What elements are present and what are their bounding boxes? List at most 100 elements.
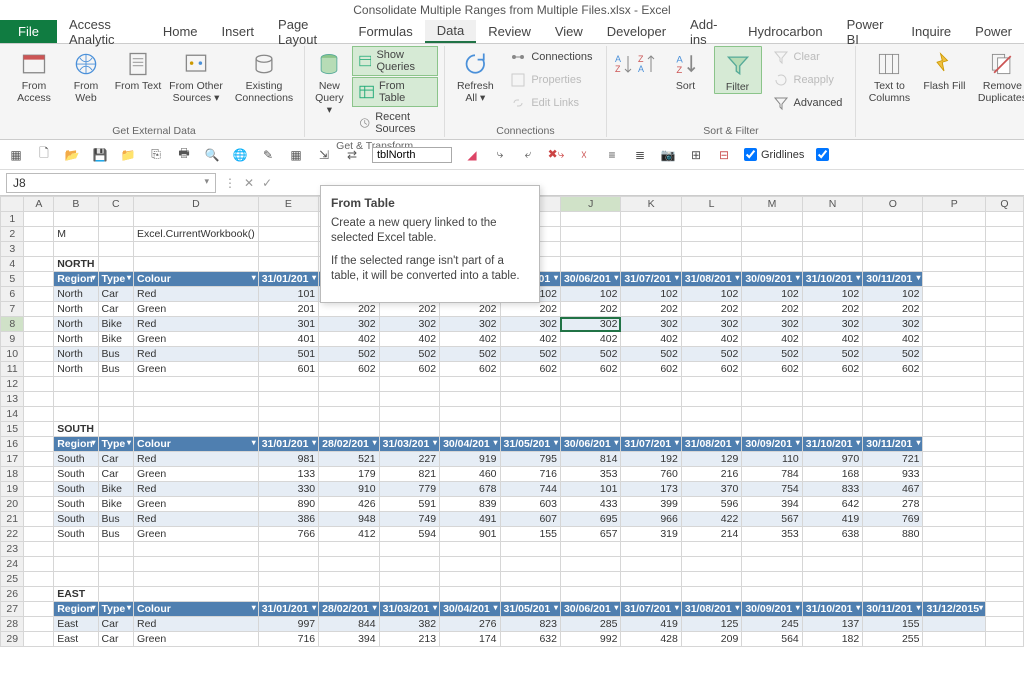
cell-L3[interactable] <box>681 242 741 257</box>
cell-J3[interactable] <box>560 242 620 257</box>
cell-A3[interactable] <box>24 242 54 257</box>
cell-N13[interactable] <box>802 392 862 407</box>
cell-J26[interactable] <box>560 587 620 602</box>
cell-P2[interactable] <box>923 227 985 242</box>
cell-G20[interactable]: 591 <box>379 497 439 512</box>
cell-A21[interactable] <box>24 512 54 527</box>
cell-Q14[interactable] <box>985 407 1023 422</box>
cell-N25[interactable] <box>802 572 862 587</box>
cell-K23[interactable] <box>621 542 681 557</box>
cell-J18[interactable]: 353 <box>560 467 620 482</box>
align-icon[interactable]: ≡ <box>604 147 620 163</box>
cell-K18[interactable]: 760 <box>621 467 681 482</box>
cell-G9[interactable]: 402 <box>379 332 439 347</box>
row-header-20[interactable]: 20 <box>1 497 24 512</box>
cell-M3[interactable] <box>742 242 802 257</box>
freeze-icon[interactable]: ☓ <box>576 147 592 163</box>
row-header-23[interactable]: 23 <box>1 542 24 557</box>
from-other-sources-button[interactable]: From Other Sources ▾ <box>166 46 226 104</box>
cell-F14[interactable] <box>319 407 379 422</box>
cell-H17[interactable]: 919 <box>440 452 500 467</box>
cell-H20[interactable]: 839 <box>440 497 500 512</box>
cell-B20[interactable]: South <box>54 497 98 512</box>
cell-P5[interactable] <box>923 272 985 287</box>
cell-B1[interactable] <box>54 212 98 227</box>
cell-L15[interactable] <box>681 422 741 437</box>
cell-J10[interactable]: 502 <box>560 347 620 362</box>
cell-P18[interactable] <box>923 467 985 482</box>
cell-D8[interactable]: Red <box>134 317 259 332</box>
cell-J1[interactable] <box>560 212 620 227</box>
cell-H12[interactable] <box>440 377 500 392</box>
cell-N19[interactable]: 833 <box>802 482 862 497</box>
existing-connections-button[interactable]: Existing Connections <box>230 46 298 104</box>
row-header-1[interactable]: 1 <box>1 212 24 227</box>
cell-C27[interactable]: Type <box>98 602 133 617</box>
trace-dependents-icon[interactable]: ⤶ <box>520 147 536 163</box>
cell-C1[interactable] <box>98 212 133 227</box>
cell-O25[interactable] <box>863 572 923 587</box>
new-icon[interactable]: 🗋 <box>36 147 52 163</box>
cell-C19[interactable]: Bike <box>98 482 133 497</box>
col-header-K[interactable]: K <box>621 197 681 212</box>
cell-E11[interactable]: 601 <box>258 362 318 377</box>
tab-page-layout[interactable]: Page Layout <box>266 20 347 43</box>
cell-F29[interactable]: 394 <box>319 632 379 647</box>
cell-F11[interactable]: 602 <box>319 362 379 377</box>
cell-N17[interactable]: 970 <box>802 452 862 467</box>
tab-inquire[interactable]: Inquire <box>899 20 963 43</box>
cell-I8[interactable]: 302 <box>500 317 560 332</box>
cell-O12[interactable] <box>863 377 923 392</box>
cell-P13[interactable] <box>923 392 985 407</box>
cell-K6[interactable]: 102 <box>621 287 681 302</box>
cell-Q9[interactable] <box>985 332 1023 347</box>
gridlines-checkbox[interactable]: Gridlines <box>744 148 804 161</box>
cell-I18[interactable]: 716 <box>500 467 560 482</box>
cell-L12[interactable] <box>681 377 741 392</box>
cell-L23[interactable] <box>681 542 741 557</box>
cell-L2[interactable] <box>681 227 741 242</box>
cell-K20[interactable]: 399 <box>621 497 681 512</box>
cell-M11[interactable]: 602 <box>742 362 802 377</box>
globe-icon[interactable]: 🌐 <box>232 147 248 163</box>
cell-Q15[interactable] <box>985 422 1023 437</box>
cell-D11[interactable]: Green <box>134 362 259 377</box>
cell-L1[interactable] <box>681 212 741 227</box>
cell-I17[interactable]: 795 <box>500 452 560 467</box>
cell-Q19[interactable] <box>985 482 1023 497</box>
cell-Q20[interactable] <box>985 497 1023 512</box>
cell-K3[interactable] <box>621 242 681 257</box>
recent-sources-button[interactable]: Recent Sources <box>352 108 439 138</box>
cell-L26[interactable] <box>681 587 741 602</box>
cell-M27[interactable]: 30/09/201 <box>742 602 802 617</box>
cell-A10[interactable] <box>24 347 54 362</box>
cell-B16[interactable]: Region <box>54 437 98 452</box>
cell-A4[interactable] <box>24 257 54 272</box>
row-header-25[interactable]: 25 <box>1 572 24 587</box>
cell-H15[interactable] <box>440 422 500 437</box>
cell-H19[interactable]: 678 <box>440 482 500 497</box>
cell-K16[interactable]: 31/07/201 <box>621 437 681 452</box>
col-header-O[interactable]: O <box>863 197 923 212</box>
cell-H14[interactable] <box>440 407 500 422</box>
show-queries-button[interactable]: Show Queries <box>352 46 439 76</box>
group-icon[interactable]: ⊞ <box>688 147 704 163</box>
cell-D18[interactable]: Green <box>134 467 259 482</box>
cell-Q26[interactable] <box>985 587 1023 602</box>
cell-Q17[interactable] <box>985 452 1023 467</box>
cell-D1[interactable] <box>134 212 259 227</box>
cell-L17[interactable]: 129 <box>681 452 741 467</box>
cell-F9[interactable]: 402 <box>319 332 379 347</box>
cell-O14[interactable] <box>863 407 923 422</box>
sort-za-icon[interactable]: ZA <box>636 52 658 78</box>
cell-F28[interactable]: 844 <box>319 617 379 632</box>
cell-N6[interactable]: 102 <box>802 287 862 302</box>
cell-L16[interactable]: 31/08/201 <box>681 437 741 452</box>
text-to-columns-button[interactable]: Text to Columns <box>862 46 916 104</box>
cell-M6[interactable]: 102 <box>742 287 802 302</box>
cell-H18[interactable]: 460 <box>440 467 500 482</box>
cell-Q21[interactable] <box>985 512 1023 527</box>
cell-I22[interactable]: 155 <box>500 527 560 542</box>
cell-D16[interactable]: Colour <box>134 437 259 452</box>
cell-D24[interactable] <box>134 557 259 572</box>
